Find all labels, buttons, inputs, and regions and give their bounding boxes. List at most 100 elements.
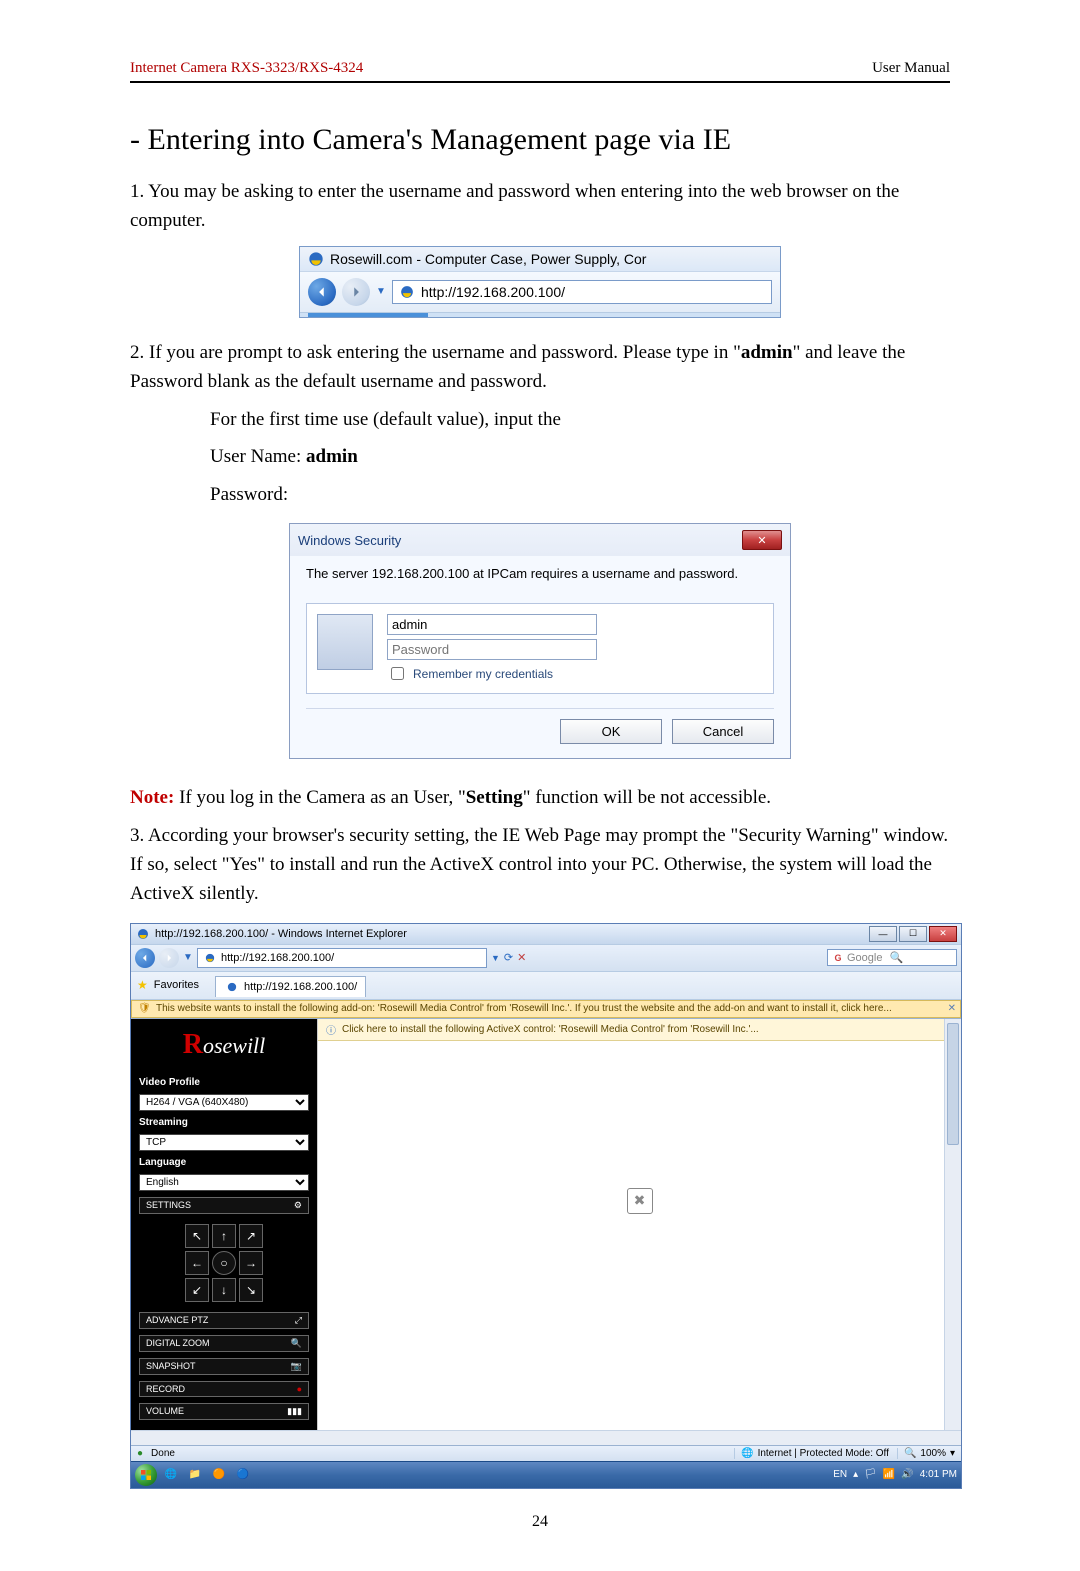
activex-info-bar[interactable]: 🛡 This website wants to install the foll… (131, 1000, 961, 1018)
ptz-up-left[interactable]: ↖ (185, 1224, 209, 1248)
username-field[interactable] (387, 614, 597, 635)
google-icon: G (832, 952, 844, 964)
back-button[interactable] (135, 948, 155, 968)
maximize-button[interactable]: ☐ (899, 926, 927, 942)
back-button[interactable] (308, 278, 336, 306)
favorites-star-icon[interactable]: ★ (137, 978, 148, 992)
system-tray: EN ▴ 🏳 📶 🔊 4:01 PM (833, 1469, 957, 1480)
ie-logo-icon (308, 251, 324, 267)
indent-line-1: For the first time use (default value), … (210, 405, 950, 434)
tab-favicon-icon (224, 979, 240, 995)
paragraph-1: 1. You may be asking to enter the userna… (130, 177, 950, 236)
tray-time[interactable]: 4:01 PM (920, 1469, 957, 1480)
status-zoom[interactable]: 🔍 100% ▾ (897, 1448, 955, 1459)
remember-checkbox[interactable] (391, 667, 404, 680)
close-button[interactable]: ✕ (742, 530, 782, 550)
window-close-button[interactable]: ✕ (929, 926, 957, 942)
tray-volume-icon[interactable]: 🔊 (901, 1469, 913, 1480)
ie-window-titlebar: http://192.168.200.100/ - Windows Intern… (131, 924, 961, 944)
page-favicon-icon (202, 950, 218, 966)
advance-ptz-button[interactable]: ADVANCE PTZ ⤢ (139, 1312, 309, 1329)
camera-icon: 📷 (291, 1361, 302, 1372)
refresh-icon[interactable]: ⟳ (504, 951, 513, 964)
page-number: 24 (130, 1513, 950, 1531)
vertical-scrollbar[interactable] (944, 1019, 961, 1430)
indent-line-2: User Name: admin (210, 442, 950, 471)
digital-zoom-label: DIGITAL ZOOM (146, 1338, 210, 1348)
video-profile-select[interactable]: H264 / VGA (640X480) (139, 1094, 309, 1111)
ptz-home[interactable]: ○ (212, 1251, 236, 1275)
address-bar[interactable]: http://192.168.200.100/ (197, 948, 487, 968)
indent-line-3: Password: (210, 480, 950, 509)
start-button[interactable] (135, 1464, 157, 1486)
ptz-down[interactable]: ↓ (212, 1278, 236, 1302)
stop-icon[interactable]: ✕ (517, 951, 526, 964)
streaming-select[interactable]: TCP (139, 1134, 309, 1151)
digital-zoom-button[interactable]: DIGITAL ZOOM 🔍 (139, 1335, 309, 1352)
remember-credentials-row[interactable]: Remember my credentials (387, 664, 763, 683)
cancel-button[interactable]: Cancel (672, 719, 774, 744)
progress-fill (308, 313, 428, 317)
user-avatar-icon (317, 614, 373, 670)
taskbar-app-icon[interactable]: 🔵 (233, 1465, 253, 1485)
record-icon: ● (297, 1384, 302, 1394)
ptz-up[interactable]: ↑ (212, 1224, 236, 1248)
tray-network-icon[interactable]: 📶 (883, 1469, 895, 1480)
activex-inner-bar[interactable]: ⓘ Click here to install the following Ac… (318, 1019, 961, 1041)
nav-history-dropdown-icon[interactable]: ▼ (183, 952, 193, 963)
address-dropdown-icon[interactable]: ▼ (491, 953, 500, 963)
forward-button[interactable] (159, 948, 179, 968)
ptz-down-left[interactable]: ↙ (185, 1278, 209, 1302)
password-field[interactable] (387, 639, 597, 660)
ie-nav-bar: ▼ http://192.168.200.100/ (300, 271, 780, 312)
nav-history-dropdown-icon[interactable]: ▼ (376, 286, 386, 297)
browser-tab[interactable]: http://192.168.200.100/ (215, 976, 366, 997)
favorites-bar: ★ Favorites http://192.168.200.100/ (131, 972, 961, 1000)
dialog-title: Windows Security (298, 533, 401, 548)
snapshot-label: SNAPSHOT (146, 1361, 196, 1371)
p2-a: 2. If you are prompt to ask entering the… (130, 342, 741, 363)
streaming-label: Streaming (139, 1117, 309, 1128)
windows-taskbar: 🌐 📁 🟠 🔵 EN ▴ 🏳 📶 🔊 4:01 PM (131, 1461, 961, 1488)
settings-button[interactable]: SETTINGS ⚙ (139, 1197, 309, 1214)
status-zone: 🌐 Internet | Protected Mode: Off (734, 1448, 889, 1459)
ptz-left[interactable]: ← (185, 1251, 209, 1275)
zoom-icon: 🔍 (904, 1448, 916, 1459)
snapshot-button[interactable]: SNAPSHOT 📷 (139, 1358, 309, 1375)
search-icon[interactable]: 🔍 (885, 951, 903, 964)
address-bar[interactable]: http://192.168.200.100/ (392, 280, 772, 304)
search-box[interactable]: G Google 🔍 (827, 949, 957, 966)
forward-button[interactable] (342, 278, 370, 306)
advance-ptz-label: ADVANCE PTZ (146, 1315, 208, 1325)
video-profile-label: Video Profile (139, 1077, 309, 1088)
horizontal-scrollbar[interactable] (131, 1430, 961, 1445)
language-label: Language (139, 1157, 309, 1168)
ptz-right[interactable]: → (239, 1251, 263, 1275)
ie-title-text: Rosewill.com - Computer Case, Power Supp… (330, 251, 646, 267)
vertical-scroll-thumb[interactable] (947, 1023, 959, 1145)
taskbar-media-icon[interactable]: 🟠 (209, 1465, 229, 1485)
tray-flag-icon[interactable]: 🏳 (864, 1469, 877, 1480)
dialog-button-row: OK Cancel (306, 708, 774, 744)
ptz-down-right[interactable]: ↘ (239, 1278, 263, 1302)
tray-lang[interactable]: EN (833, 1469, 847, 1480)
taskbar-ie-icon[interactable]: 🌐 (161, 1465, 181, 1485)
volume-icon: ▮▮▮ (287, 1406, 302, 1417)
settings-label: SETTINGS (146, 1200, 191, 1210)
minimize-button[interactable]: — (869, 926, 897, 942)
info-bar-text: This website wants to install the follow… (156, 1003, 892, 1014)
zoom-icon: 🔍 (291, 1338, 302, 1349)
ptz-up-right[interactable]: ↗ (239, 1224, 263, 1248)
logo-rest: osewill (203, 1033, 265, 1058)
taskbar-explorer-icon[interactable]: 📁 (185, 1465, 205, 1485)
record-button[interactable]: RECORD ● (139, 1381, 309, 1397)
volume-button[interactable]: VOLUME ▮▮▮ (139, 1403, 309, 1420)
status-done-text: Done (151, 1448, 175, 1459)
info-bar-close-icon[interactable]: ✕ (948, 1003, 956, 1014)
info-icon: ⓘ (326, 1022, 336, 1037)
language-select[interactable]: English (139, 1174, 309, 1191)
tray-chevron-icon[interactable]: ▴ (853, 1469, 858, 1480)
volume-label: VOLUME (146, 1406, 184, 1416)
ok-button[interactable]: OK (560, 719, 662, 744)
camera-sidebar: Rosewill Video Profile H264 / VGA (640X4… (131, 1019, 317, 1430)
